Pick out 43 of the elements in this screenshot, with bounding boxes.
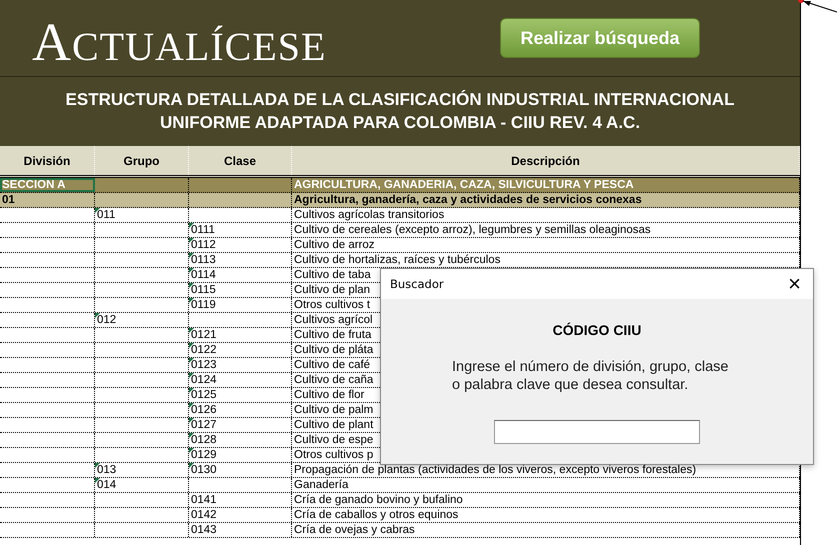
table-cell: Cultivo de hortalizas, raíces y tubérculos [292,253,800,267]
table-cell: 0121 [189,328,292,342]
search-field[interactable] [494,420,700,444]
table-cell: 011 [95,208,189,222]
table-cell: 0114 [189,268,292,282]
table-cell: 0112 [189,238,292,252]
table-cell: 0130 [189,463,292,477]
column-header: Grupo [95,146,189,175]
table-cell: 0123 [189,358,292,372]
logo: ACTUALÍCESE [32,11,326,69]
column-header: Clase [189,146,292,175]
table-cell: 0127 [189,418,292,432]
table-cell: Cultivo de cereales (excepto arroz), legumbres y semillas oleaginosas [292,223,800,237]
table-cell: 0141 [189,493,292,507]
table-cell: 013 [95,463,189,477]
table-cell: 012 [95,313,189,327]
table-cell: 014 [95,478,189,492]
table-cell: 0128 [189,433,292,447]
table-cell: 0129 [189,448,292,462]
table-cell: 0119 [189,298,292,312]
table-cell: 0143 [189,523,292,537]
table-cell: Cría de caballos y otros equinos [292,508,800,522]
table-cell: 0124 [189,373,292,387]
table-cell: Cría de ovejas y cabras [292,523,800,537]
column-header: División [0,146,95,175]
table-cell: Agricultura, ganadería, caza y actividades de servicios conexas [292,193,800,207]
column-header: Descripción [292,146,800,175]
table-cell: 0122 [189,343,292,357]
table-cell: 01 [0,193,95,207]
table-cell: Cultivo de arroz [292,238,800,252]
table-cell: 0113 [189,253,292,267]
sheet-title: UNIFORME ADAPTADA PARA COLOMBIA - CIIU REV. 4 A.C. [160,113,640,133]
table-cell: 0125 [189,388,292,402]
table-cell: 0142 [189,508,292,522]
table-cell: Ganadería [292,478,800,492]
table-cell: SECCION A [0,178,95,192]
table-cell: 0115 [189,283,292,297]
table-cell: Cultivos agrícolas transitorios [292,208,800,222]
table-cell: AGRICULTURA, GANADERIA, CAZA, SILVICULTURA Y PESCA [292,178,800,192]
sheet-title: ESTRUCTURA DETALLADA DE LA CLASIFICACIÓN INDUSTRIAL INTERNACIONAL [66,90,734,110]
table-cell: 0111 [189,223,292,237]
table-cell: 0126 [189,403,292,417]
table-cell: Cría de ganado bovino y bufalino [292,493,800,507]
